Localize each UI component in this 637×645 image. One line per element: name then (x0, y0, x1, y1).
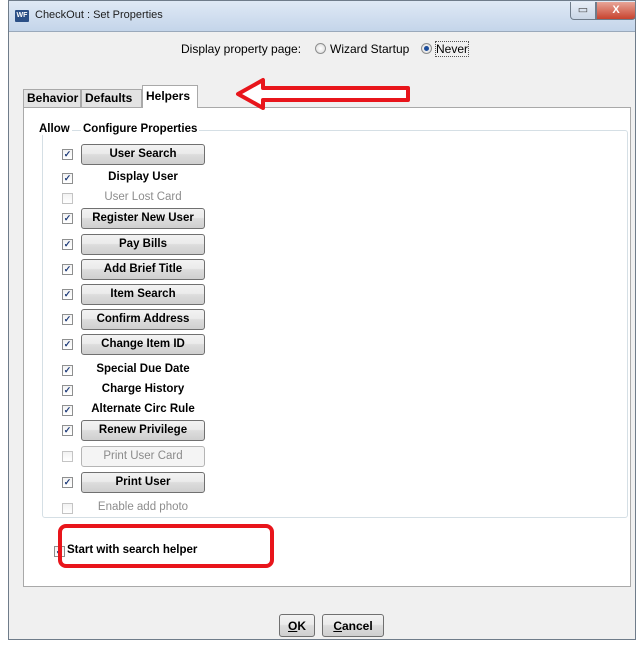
allow-checkbox[interactable]: ✓ (62, 149, 73, 160)
allow-checkbox[interactable]: ✓ (62, 365, 73, 376)
configure-button[interactable]: Item Search (81, 284, 205, 305)
configure-button[interactable]: Renew Privilege (81, 420, 205, 441)
configure-button[interactable]: Change Item ID (81, 334, 205, 355)
allow-checkbox[interactable]: ✓ (62, 385, 73, 396)
configure-column-header: Configure Properties (81, 123, 200, 135)
cancel-button[interactable]: Cancel (322, 614, 384, 637)
helper-label: Enable add photo (97, 501, 189, 513)
helper-label: User Lost Card (104, 191, 182, 203)
radio-wizard-startup-label[interactable]: Wizard Startup (330, 42, 409, 56)
close-button[interactable]: X (596, 2, 636, 20)
configure-button[interactable]: Print User Card (81, 446, 205, 467)
helper-label: Charge History (101, 383, 185, 395)
dialog-window: WF CheckOut : Set Properties ▭ X Display… (8, 0, 636, 640)
radio-wizard-startup[interactable] (315, 43, 326, 54)
tab-behavior[interactable]: Behavior (23, 89, 81, 107)
configure-button[interactable]: Confirm Address (81, 309, 205, 330)
allow-checkbox[interactable]: ✓ (62, 339, 73, 350)
allow-checkbox[interactable]: ✓ (62, 213, 73, 224)
window-title: CheckOut : Set Properties (35, 9, 163, 21)
allow-checkbox[interactable]: ✓ (62, 314, 73, 325)
radio-never[interactable] (421, 43, 432, 54)
allow-checkbox[interactable]: ✓ (62, 289, 73, 300)
start-with-search-label: Start with search helper (67, 544, 198, 556)
radio-never-label[interactable]: Never (434, 41, 470, 57)
allow-checkbox[interactable]: ✓ (62, 425, 73, 436)
helpers-panel: Allow Configure Properties ✓ User Search ✓… (23, 107, 631, 587)
allow-checkbox[interactable]: ✓ (62, 239, 73, 250)
title-bar[interactable]: WF CheckOut : Set Properties ▭ X (9, 1, 636, 32)
ok-button[interactable]: OK (279, 614, 315, 637)
allow-checkbox[interactable] (62, 193, 73, 204)
configure-button[interactable]: Add Brief Title (81, 259, 205, 280)
app-icon: WF (15, 10, 29, 22)
start-with-search-checkbox[interactable]: ✓ (54, 546, 65, 557)
display-property-label: Display property page: (181, 42, 302, 56)
restore-button[interactable]: ▭ (570, 2, 596, 20)
configure-button[interactable]: Register New User (81, 208, 205, 229)
helper-label: Special Due Date (96, 363, 190, 375)
allow-column-header: Allow (37, 123, 72, 135)
helper-label: Alternate Circ Rule (91, 403, 195, 415)
configure-button[interactable]: Pay Bills (81, 234, 205, 255)
allow-checkbox[interactable]: ✓ (62, 173, 73, 184)
allow-checkbox[interactable] (62, 503, 73, 514)
helper-label: Display User (108, 171, 178, 183)
allow-checkbox[interactable]: ✓ (62, 264, 73, 275)
tab-defaults[interactable]: Defaults (81, 89, 142, 107)
allow-checkbox[interactable]: ✓ (62, 405, 73, 416)
configure-button[interactable]: Print User (81, 472, 205, 493)
tab-helpers[interactable]: Helpers (142, 85, 198, 108)
allow-checkbox[interactable]: ✓ (62, 477, 73, 488)
configure-button[interactable]: User Search (81, 144, 205, 165)
display-property-row: Display property page: Wizard Startup Ne… (9, 41, 635, 57)
allow-checkbox[interactable] (62, 451, 73, 462)
